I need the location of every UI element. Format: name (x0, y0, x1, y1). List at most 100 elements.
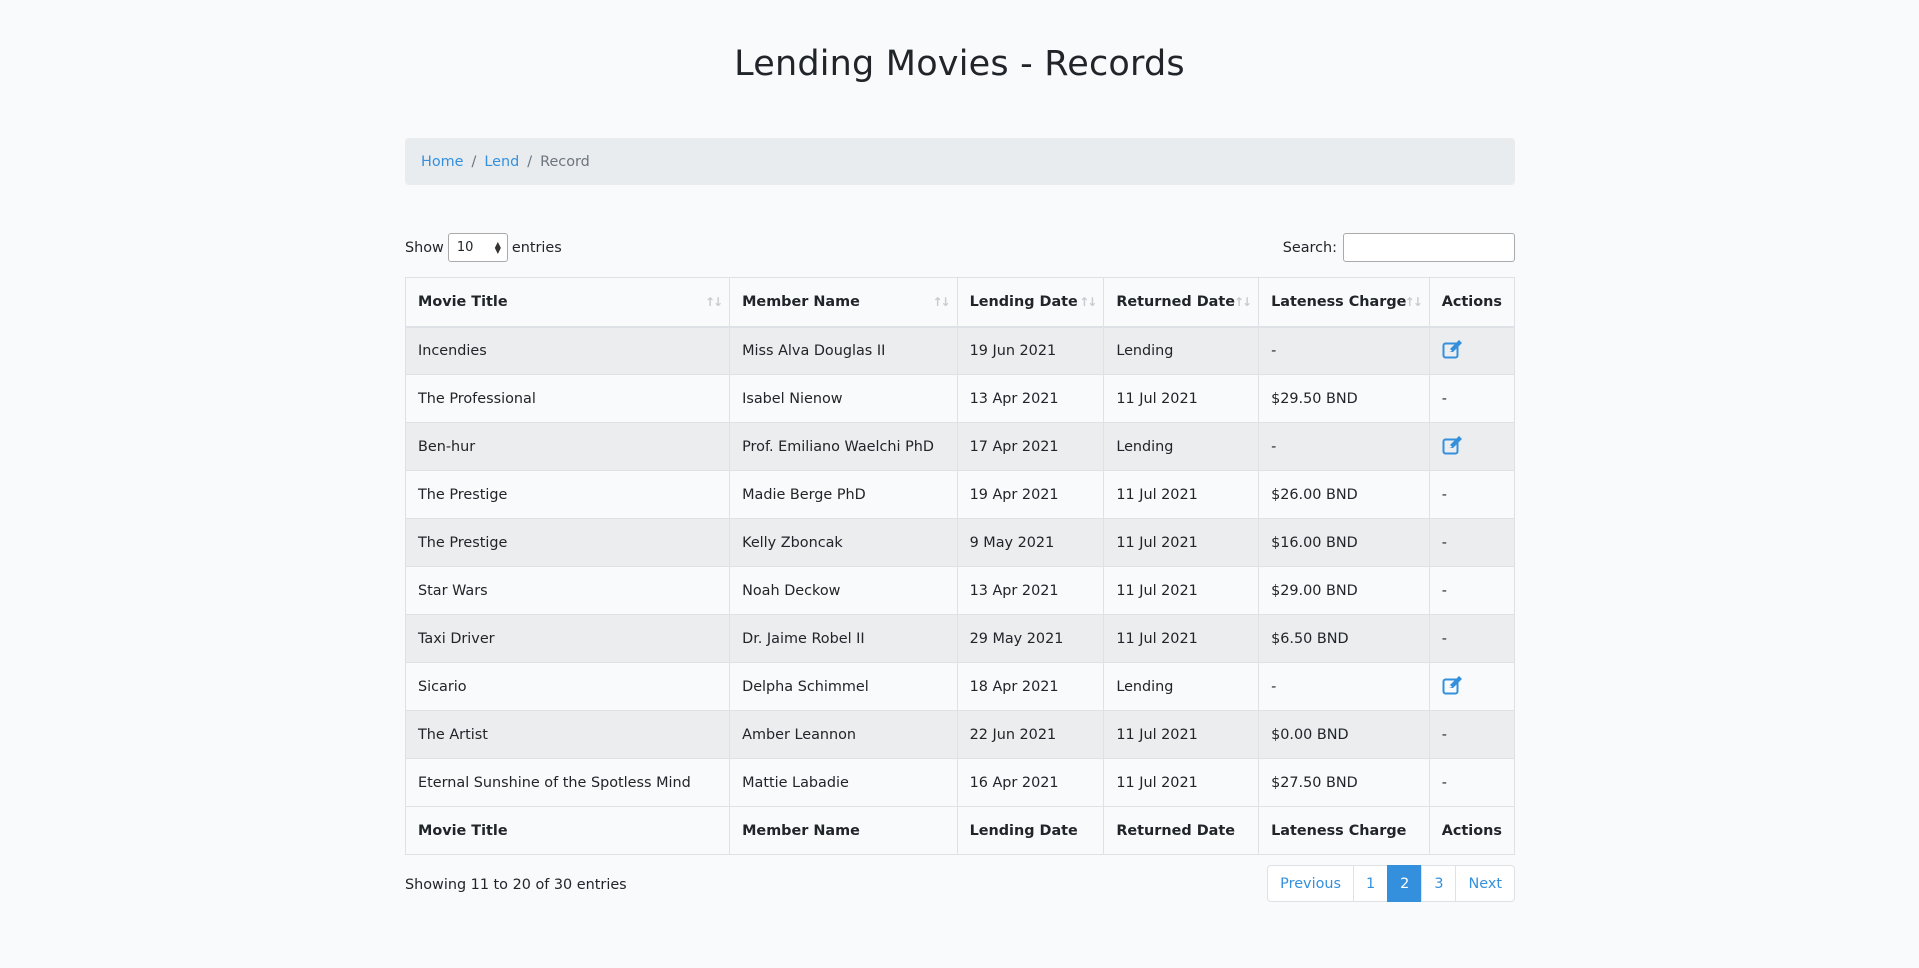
movie-title-cell: Eternal Sunshine of the Spotless Mind (404, 758, 731, 807)
actions-cell (1428, 662, 1516, 711)
breadcrumb-current: Record (540, 153, 590, 170)
sort-icon: ↑↓ (1079, 294, 1097, 309)
actions-cell: - (1428, 518, 1516, 567)
actions-cell: - (1428, 374, 1516, 423)
lending-date-cell: 22 Jun 2021 (956, 710, 1105, 759)
movie-title-cell: The Prestige (404, 518, 731, 567)
member-name-cell: Madie Berge PhD (729, 470, 958, 519)
movie-title-cell: Star Wars (404, 566, 731, 615)
column-header-lending-date[interactable]: Lending Date ↑↓ (956, 277, 1105, 328)
column-header-returned-date[interactable]: Returned Date ↑↓ (1103, 277, 1260, 328)
pagination-page-3[interactable]: 3 (1421, 865, 1457, 902)
lending-date-cell: 16 Apr 2021 (956, 758, 1105, 807)
column-header-label: Returned Date (1116, 293, 1235, 310)
actions-cell (1428, 326, 1516, 375)
lending-date-cell: 13 Apr 2021 (956, 374, 1105, 423)
breadcrumb-separator: / (471, 153, 477, 170)
select-arrows-icon: ▲ ▼ (494, 239, 501, 255)
member-name-cell: Miss Alva Douglas II (729, 326, 958, 375)
breadcrumb: Home / Lend / Record (405, 138, 1515, 185)
member-name-cell: Amber Leannon (729, 710, 958, 759)
movie-title-cell: Sicario (404, 662, 731, 711)
column-header-movie-title[interactable]: Movie Title ↑↓ (404, 277, 731, 328)
lateness-charge-cell: $0.00 BND (1258, 710, 1430, 759)
pagination-next[interactable]: Next (1455, 865, 1515, 902)
column-header-lateness-charge[interactable]: Lateness Charge ↑↓ (1258, 277, 1430, 328)
pagination-previous[interactable]: Previous (1267, 865, 1354, 902)
pagination-page-1[interactable]: 1 (1353, 865, 1389, 902)
member-name-cell: Prof. Emiliano Waelchi PhD (729, 422, 958, 471)
table-row: Ben-hur Prof. Emiliano Waelchi PhD 17 Apr … (404, 422, 1516, 471)
lateness-charge-cell: - (1258, 662, 1430, 711)
table-row: Eternal Sunshine of the Spotless Mind Mat… (404, 758, 1516, 807)
column-header-label: Lateness Charge (1271, 293, 1407, 310)
column-header-label: Movie Title (418, 293, 508, 310)
table-row: The Prestige Kelly Zboncak 9 May 2021 11 Ju… (404, 518, 1516, 567)
lending-date-cell: 19 Apr 2021 (956, 470, 1105, 519)
entries-select-value: 10 (456, 240, 474, 255)
actions-cell: - (1428, 470, 1516, 519)
table-row: The Artist Amber Leannon 22 Jun 2021 11 Jul… (404, 710, 1516, 759)
column-footer-movie-title: Movie Title (404, 806, 731, 855)
lateness-charge-cell: $27.50 BND (1258, 758, 1430, 807)
lending-date-cell: 13 Apr 2021 (956, 566, 1105, 615)
lending-date-cell: 18 Apr 2021 (956, 662, 1105, 711)
column-header-member-name[interactable]: Member Name ↑↓ (729, 277, 958, 328)
actions-cell: - (1428, 758, 1516, 807)
movie-title-cell: Taxi Driver (404, 614, 731, 663)
returned-date-cell: 11 Jul 2021 (1103, 470, 1260, 519)
returned-date-cell: 11 Jul 2021 (1103, 518, 1260, 567)
entries-select[interactable]: 10 ▲ ▼ (447, 233, 508, 262)
edit-icon[interactable] (1442, 339, 1464, 363)
returned-date-cell: 11 Jul 2021 (1103, 758, 1260, 807)
lending-date-cell: 9 May 2021 (956, 518, 1105, 567)
edit-icon[interactable] (1442, 435, 1464, 459)
movie-title-cell: The Artist (404, 710, 731, 759)
column-footer-lateness-charge: Lateness Charge (1258, 806, 1430, 855)
member-name-cell: Noah Deckow (729, 566, 958, 615)
table-row: Incendies Miss Alva Douglas II 19 Jun 2021… (404, 326, 1516, 375)
sort-icon: ↑↓ (705, 294, 723, 309)
returned-date-cell: Lending (1103, 662, 1260, 711)
table-row: The Prestige Madie Berge PhD 19 Apr 2021 11… (404, 470, 1516, 519)
table-row: Star Wars Noah Deckow 13 Apr 2021 11 Jul 20… (404, 566, 1516, 615)
breadcrumb-lend-link[interactable]: Lend (484, 154, 519, 170)
breadcrumb-home-link[interactable]: Home (421, 154, 464, 170)
table-info: Showing 11 to 20 of 30 entries (405, 877, 627, 893)
lateness-charge-cell: $29.00 BND (1258, 566, 1430, 615)
column-header-label: Lending Date (969, 293, 1078, 310)
search-input[interactable] (1343, 233, 1515, 262)
entries-length-control: Show 10 ▲ ▼ entries (405, 233, 562, 262)
actions-cell: - (1428, 566, 1516, 615)
returned-date-cell: 11 Jul 2021 (1103, 566, 1260, 615)
sort-icon: ↑↓ (1233, 294, 1252, 309)
entries-label: entries (511, 239, 562, 256)
returned-date-cell: 11 Jul 2021 (1103, 614, 1260, 663)
returned-date-cell: Lending (1103, 326, 1260, 375)
column-header-actions: Actions (1428, 277, 1516, 328)
member-name-cell: Mattie Labadie (729, 758, 958, 807)
member-name-cell: Delpha Schimmel (729, 662, 958, 711)
sort-icon: ↑↓ (932, 294, 950, 309)
returned-date-cell: 11 Jul 2021 (1103, 374, 1260, 423)
movie-title-cell: The Professional (404, 374, 731, 423)
lateness-charge-cell: $26.00 BND (1258, 470, 1430, 519)
column-footer-returned-date: Returned Date (1103, 806, 1260, 855)
edit-icon[interactable] (1442, 675, 1464, 699)
column-footer-actions: Actions (1428, 806, 1516, 855)
pagination-page-2[interactable]: 2 (1387, 865, 1423, 902)
lateness-charge-cell: $29.50 BND (1258, 374, 1430, 423)
movie-title-cell: Ben-hur (404, 422, 731, 471)
breadcrumb-separator: / (527, 153, 533, 170)
table-row: Taxi Driver Dr. Jaime Robel II 29 May 2021… (404, 614, 1516, 663)
search-control: Search: (1283, 233, 1515, 262)
column-header-label: Member Name (742, 293, 860, 310)
column-footer-member-name: Member Name (729, 806, 958, 855)
sort-icon: ↑↓ (1404, 294, 1423, 309)
actions-cell: - (1428, 614, 1516, 663)
lending-date-cell: 19 Jun 2021 (956, 326, 1105, 375)
lateness-charge-cell: - (1258, 422, 1430, 471)
returned-date-cell: 11 Jul 2021 (1103, 710, 1260, 759)
movie-title-cell: Incendies (404, 326, 731, 375)
lateness-charge-cell: $6.50 BND (1258, 614, 1430, 663)
